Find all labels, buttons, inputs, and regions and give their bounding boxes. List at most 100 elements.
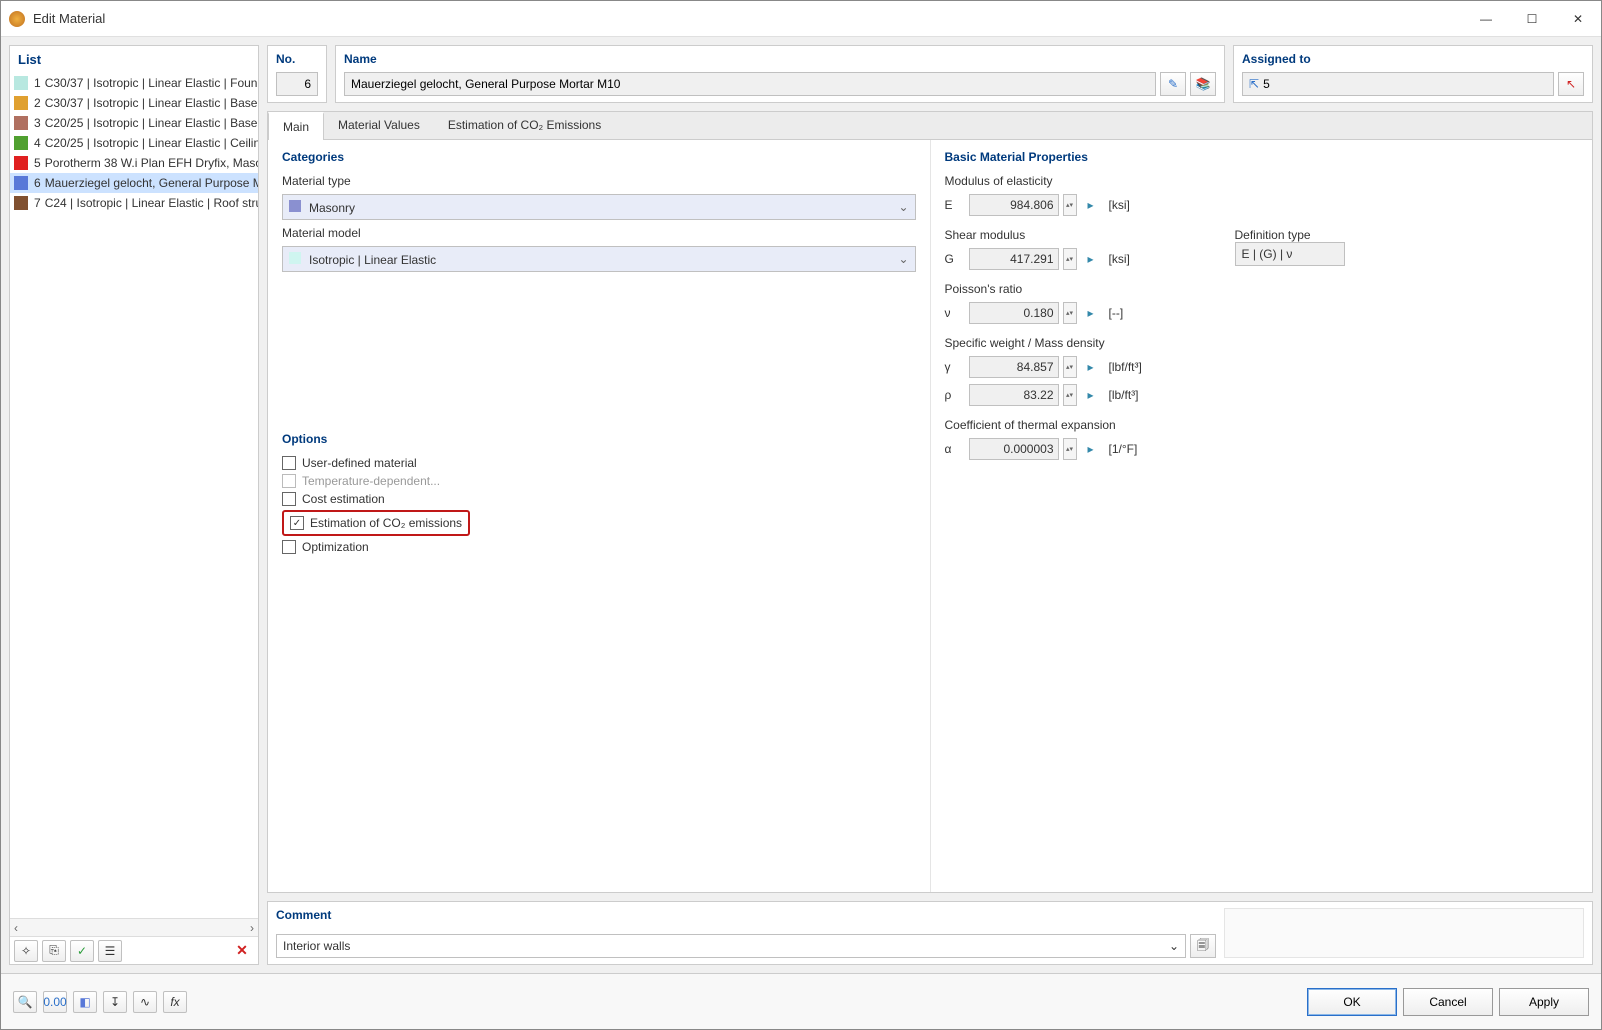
material-swatch xyxy=(14,156,28,170)
units-button[interactable]: 0.00 xyxy=(43,991,67,1013)
co2-highlight: ✓ Estimation of CO₂ emissions xyxy=(282,510,470,536)
list-num: 7 xyxy=(34,196,41,210)
alpha-goto[interactable]: ▸ xyxy=(1081,438,1101,460)
list-num: 6 xyxy=(34,176,41,190)
option-user-defined[interactable]: User-defined material xyxy=(282,456,916,470)
clipboard-icon: 🗐 xyxy=(1197,936,1209,957)
gamma-goto[interactable]: ▸ xyxy=(1081,356,1101,378)
material-type-label: Material type xyxy=(282,174,916,188)
maximize-icon: ☐ xyxy=(1527,12,1538,26)
alpha-value[interactable]: 0.000003 xyxy=(969,438,1059,460)
list-item[interactable]: 1C30/37 | Isotropic | Linear Elastic | F… xyxy=(10,73,258,93)
option-label: User-defined material xyxy=(302,456,417,470)
name-input[interactable] xyxy=(351,77,1149,91)
rho-symbol: ρ xyxy=(945,388,965,402)
axis-button[interactable]: ↧ xyxy=(103,991,127,1013)
poisson-label: Poisson's ratio xyxy=(945,282,1579,296)
close-button[interactable]: ✕ xyxy=(1555,3,1601,35)
E-goto[interactable]: ▸ xyxy=(1081,194,1101,216)
rho-goto[interactable]: ▸ xyxy=(1081,384,1101,406)
number-input[interactable] xyxy=(283,77,311,91)
delete-material-button[interactable]: ✕ xyxy=(230,940,254,962)
option-cost-estimation[interactable]: Cost estimation xyxy=(282,492,916,506)
right-column: Basic Material Properties Modulus of ela… xyxy=(930,140,1593,892)
G-symbol: G xyxy=(945,252,965,266)
gamma-value[interactable]: 84.857 xyxy=(969,356,1059,378)
list-label: C30/37 | Isotropic | Linear Elastic | Fo… xyxy=(45,76,258,90)
ok-button[interactable]: OK xyxy=(1307,988,1397,1016)
rho-value[interactable]: 83.22 xyxy=(969,384,1059,406)
left-column: Categories Material type Masonry ⌄ Mater… xyxy=(268,140,930,892)
nu-spinner[interactable]: ▴▾ xyxy=(1063,302,1077,324)
tab-main[interactable]: Main xyxy=(268,112,324,140)
assigned-input[interactable] xyxy=(1263,77,1547,91)
list-label: C30/37 | Isotropic | Linear Elastic | Ba… xyxy=(45,96,258,110)
cancel-button[interactable]: Cancel xyxy=(1403,988,1493,1016)
new-material-button[interactable]: ✧ xyxy=(14,940,38,962)
scroll-left-icon[interactable]: ‹ xyxy=(14,921,18,935)
tab-material-values[interactable]: Material Values xyxy=(324,112,434,139)
maximize-button[interactable]: ☐ xyxy=(1509,3,1555,35)
list-item[interactable]: 7C24 | Isotropic | Linear Elastic | Roof… xyxy=(10,193,258,213)
comment-button[interactable]: 🗐 xyxy=(1190,934,1216,958)
list-item[interactable]: 5Porotherm 38 W.i Plan EFH Dryfix, Mason… xyxy=(10,153,258,173)
definition-type-value[interactable]: E | (G) | ν xyxy=(1235,242,1345,266)
color-button[interactable]: ◧ xyxy=(73,991,97,1013)
gamma-spinner[interactable]: ▴▾ xyxy=(1063,356,1077,378)
material-type-combo[interactable]: Masonry ⌄ xyxy=(282,194,916,220)
comment-combo[interactable]: Interior walls ⌄ xyxy=(276,934,1186,958)
fx-button[interactable]: fx xyxy=(163,991,187,1013)
edit-name-button[interactable]: ✎ xyxy=(1160,72,1186,96)
minimize-button[interactable]: — xyxy=(1463,3,1509,35)
check-material-button[interactable]: ✓ xyxy=(70,940,94,962)
material-model-value: Isotropic | Linear Elastic xyxy=(309,253,436,267)
list-scrollbar[interactable]: ‹ › xyxy=(10,918,258,936)
arrange-material-button[interactable]: ☰ xyxy=(98,940,122,962)
alpha-spinner[interactable]: ▴▾ xyxy=(1063,438,1077,460)
list-item[interactable]: 3C20/25 | Isotropic | Linear Elastic | B… xyxy=(10,113,258,133)
option-co2-emissions[interactable]: ✓ Estimation of CO₂ emissions xyxy=(290,516,462,530)
list-item[interactable]: 4C20/25 | Isotropic | Linear Elastic | C… xyxy=(10,133,258,153)
scroll-right-icon[interactable]: › xyxy=(250,921,254,935)
E-unit: [ksi] xyxy=(1109,198,1130,212)
G-goto[interactable]: ▸ xyxy=(1081,248,1101,270)
name-box: Name ✎ 📚 xyxy=(335,45,1225,103)
tab-estimation-of-co-emissions[interactable]: Estimation of CO₂ Emissions xyxy=(434,112,615,139)
nu-value[interactable]: 0.180 xyxy=(969,302,1059,324)
definition-type-label: Definition type xyxy=(1235,228,1345,242)
chevron-down-icon: ⌄ xyxy=(1169,939,1179,953)
library-icon: 📚 xyxy=(1196,77,1211,91)
search-button[interactable]: 🔍 xyxy=(13,991,37,1013)
E-value[interactable]: 984.806 xyxy=(969,194,1059,216)
checkbox-checked-icon: ✓ xyxy=(290,516,304,530)
list-header: List xyxy=(10,46,258,73)
option-label: Temperature-dependent... xyxy=(302,474,440,488)
alpha-symbol: α xyxy=(945,442,965,456)
option-label: Optimization xyxy=(302,540,369,554)
list-item[interactable]: 2C30/37 | Isotropic | Linear Elastic | B… xyxy=(10,93,258,113)
gamma-symbol: γ xyxy=(945,360,965,374)
nu-unit: [--] xyxy=(1109,306,1124,320)
option-optimization[interactable]: Optimization xyxy=(282,540,916,554)
G-spinner[interactable]: ▴▾ xyxy=(1063,248,1077,270)
checkbox-icon xyxy=(282,492,296,506)
graph-button[interactable]: ∿ xyxy=(133,991,157,1013)
material-model-combo[interactable]: Isotropic | Linear Elastic ⌄ xyxy=(282,246,916,272)
pick-assigned-button[interactable]: ↖ xyxy=(1558,72,1584,96)
units-icon: 0.00 xyxy=(43,995,66,1009)
list-label: C20/25 | Isotropic | Linear Elastic | Ce… xyxy=(45,136,258,150)
E-spinner[interactable]: ▴▾ xyxy=(1063,194,1077,216)
rho-spinner[interactable]: ▴▾ xyxy=(1063,384,1077,406)
assigned-icon: ⇱ xyxy=(1249,77,1259,91)
nu-goto[interactable]: ▸ xyxy=(1081,302,1101,324)
assigned-box: Assigned to ⇱ ↖ xyxy=(1233,45,1593,103)
material-list[interactable]: 1C30/37 | Isotropic | Linear Elastic | F… xyxy=(10,73,258,918)
G-value[interactable]: 417.291 xyxy=(969,248,1059,270)
apply-button[interactable]: Apply xyxy=(1499,988,1589,1016)
library-button[interactable]: 📚 xyxy=(1190,72,1216,96)
pencil-icon: ✎ xyxy=(1168,77,1178,91)
copy-material-button[interactable]: ⎘ xyxy=(42,940,66,962)
tabstrip: MainMaterial ValuesEstimation of CO₂ Emi… xyxy=(268,112,1592,140)
list-item[interactable]: 6Mauerziegel gelocht, General Purpose Mo… xyxy=(10,173,258,193)
list-label: C20/25 | Isotropic | Linear Elastic | Ba… xyxy=(45,116,258,130)
